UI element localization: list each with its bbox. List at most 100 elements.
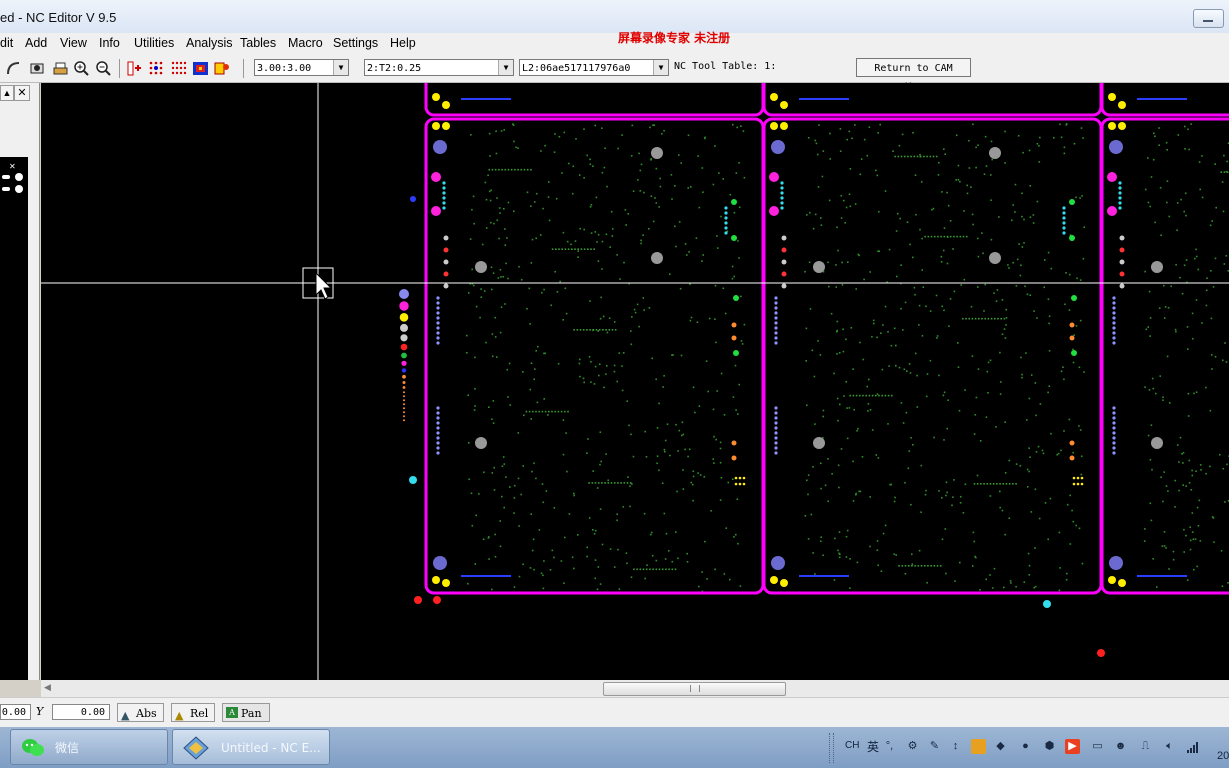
layer-swatch[interactable] xyxy=(2,187,10,191)
menu-info[interactable]: Info xyxy=(99,36,120,50)
menu-settings[interactable]: Settings xyxy=(333,36,378,50)
wechat-tray-icon[interactable]: ● xyxy=(1018,739,1033,754)
layer-swatch[interactable] xyxy=(15,185,23,193)
scrollbar-thumb[interactable] xyxy=(603,682,786,696)
menu-help[interactable]: Help xyxy=(390,36,416,50)
drill-hit xyxy=(583,248,586,250)
pad-green xyxy=(1069,235,1075,241)
color-layer-icon[interactable] xyxy=(192,60,209,77)
panel-splitter[interactable] xyxy=(39,83,40,680)
pad-small xyxy=(1112,421,1116,425)
drill-hit xyxy=(918,549,921,552)
scale-select[interactable]: 3.00:3.00 ▼ xyxy=(254,59,349,76)
network-icon[interactable] xyxy=(1186,740,1200,754)
pad-small xyxy=(1112,446,1116,450)
arc-tool-icon[interactable] xyxy=(5,60,22,77)
drill-hit xyxy=(820,224,823,226)
drill-hit xyxy=(1221,585,1224,587)
drill-hit xyxy=(845,381,847,383)
drill-hit xyxy=(1021,215,1023,218)
drill-hit xyxy=(594,559,597,561)
gear-icon[interactable]: ⚙ xyxy=(905,739,920,754)
drill-hit xyxy=(908,450,911,452)
drill-hit xyxy=(497,277,500,279)
pad-mounting xyxy=(771,556,785,570)
security-icon[interactable]: ◆ xyxy=(993,739,1008,754)
zoom-in-icon[interactable] xyxy=(73,60,90,77)
drill-hit xyxy=(1015,483,1017,485)
network-share-icon[interactable]: ⬢ xyxy=(1042,739,1057,754)
folder-icon[interactable] xyxy=(971,739,986,754)
drill-hit xyxy=(1034,488,1037,491)
tool-sample xyxy=(403,415,405,418)
y-coordinate-field[interactable]: 0.00 xyxy=(52,704,110,720)
rel-button[interactable]: ▲ Rel xyxy=(171,703,215,722)
menu-analysis[interactable]: Analysis xyxy=(186,36,233,50)
pad-magenta xyxy=(431,172,441,182)
menu-add[interactable]: Add xyxy=(25,36,47,50)
menu-utilities[interactable]: Utilities xyxy=(134,36,174,50)
layer-swatch[interactable] xyxy=(15,173,23,181)
drawing-canvas[interactable] xyxy=(41,83,1229,680)
x-coordinate-field[interactable]: 0.00 xyxy=(0,704,31,720)
menu-tables[interactable]: Tables xyxy=(240,36,276,50)
drill-hit xyxy=(994,317,996,320)
tray-app-icon[interactable]: ▶ xyxy=(1065,739,1080,754)
drill-array-icon[interactable] xyxy=(170,60,187,77)
clock[interactable]: 20 xyxy=(1217,750,1229,762)
pan-button[interactable]: A Pan xyxy=(222,703,270,722)
chevron-down-icon[interactable]: ▼ xyxy=(333,60,348,75)
chevron-down-icon[interactable]: ▼ xyxy=(653,60,668,75)
speaker-icon[interactable]: 🔈︎ xyxy=(1162,739,1177,754)
drill-hit xyxy=(941,305,943,308)
drill-hit xyxy=(1166,180,1169,182)
pad-cyan xyxy=(1118,181,1122,185)
drill-hit xyxy=(1014,183,1017,186)
layer-swatch[interactable] xyxy=(2,175,10,179)
menu-macro[interactable]: Macro xyxy=(288,36,323,50)
qq-icon[interactable]: ☻ xyxy=(1113,739,1128,754)
menu-edit[interactable]: dit xyxy=(0,36,13,50)
tray-arrows-icon[interactable]: ↕ xyxy=(948,739,963,754)
drill-hit xyxy=(943,309,945,312)
scale-select-value: 3.00:3.00 xyxy=(257,63,312,74)
horizontal-scrollbar[interactable]: ◀ xyxy=(41,680,1229,697)
panel-pin-button[interactable]: ▲ xyxy=(0,85,14,101)
drill-insert-icon[interactable] xyxy=(126,60,143,77)
layer-select[interactable]: L2:06ae517117976a0 ▼ xyxy=(519,59,669,76)
drill-hit xyxy=(625,552,628,554)
close-icon[interactable]: ✕ xyxy=(14,85,30,101)
return-to-cam-editor-button[interactable]: Return to CAM Editor xyxy=(856,58,971,93)
minimize-button[interactable] xyxy=(1193,9,1224,28)
scroll-left-arrow-icon[interactable]: ◀ xyxy=(44,682,51,693)
taskbar-wechat-button[interactable]: 微信 xyxy=(10,729,168,765)
drill-hit xyxy=(577,256,579,258)
drill-hit xyxy=(1012,261,1014,264)
punctuation-icon[interactable]: °, xyxy=(882,739,897,754)
drill-hit xyxy=(1211,354,1213,356)
drill-hit xyxy=(698,585,700,588)
drill-hit xyxy=(965,235,968,238)
drill-hit xyxy=(848,130,851,133)
drill-hit xyxy=(622,506,625,508)
menu-view[interactable]: View xyxy=(60,36,87,50)
drill-hit xyxy=(846,407,848,409)
abs-button[interactable]: ▲ Abs xyxy=(117,703,164,722)
drill-hit xyxy=(485,227,488,229)
pcb-panel-view xyxy=(41,83,1229,680)
print-tool-icon[interactable] xyxy=(52,60,69,77)
monitor-icon[interactable]: ▭ xyxy=(1090,739,1105,754)
ime-language-indicator[interactable]: CH xyxy=(845,740,859,751)
close-icon[interactable]: ✕ xyxy=(9,162,16,171)
usb-icon[interactable]: ⎍ xyxy=(1138,739,1153,754)
tool-sample xyxy=(400,323,408,332)
tool-select[interactable]: 2:T2:0.25 ▼ xyxy=(364,59,514,76)
taskbar-nc-editor-button[interactable]: Untitled - NC E... xyxy=(172,729,330,765)
drill-pattern-icon[interactable] xyxy=(148,60,165,77)
edit-icon[interactable]: ✎ xyxy=(927,739,942,754)
zoom-out-icon[interactable] xyxy=(95,60,112,77)
chevron-down-icon[interactable]: ▼ xyxy=(498,60,513,75)
paint-tool-icon[interactable] xyxy=(214,60,231,77)
view-tool-icon[interactable] xyxy=(29,60,46,77)
ime-mode-indicator[interactable]: 英 xyxy=(867,738,879,755)
